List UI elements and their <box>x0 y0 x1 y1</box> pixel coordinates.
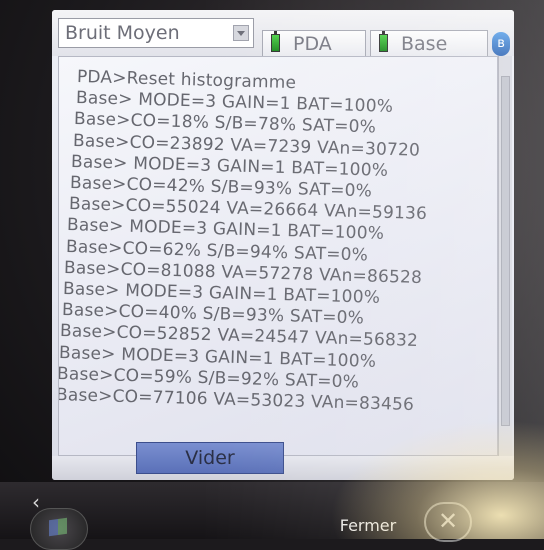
clear-button[interactable]: Vider <box>136 442 284 474</box>
log-scrollbar[interactable] <box>498 56 512 456</box>
log-line: Base>CO=77106 VA=53023 VAn=83456 <box>58 385 415 415</box>
profile-dropdown[interactable]: Bruit Moyen <box>58 18 254 48</box>
log-textbox[interactable]: PDA>Reset histogramme Base> MODE=3 GAIN=1… <box>58 56 498 456</box>
close-softkey[interactable]: Fermer <box>318 516 418 542</box>
windows-flag-icon <box>49 517 67 537</box>
tab-pda[interactable]: PDA <box>262 30 366 58</box>
close-icon[interactable]: ✕ <box>424 502 472 542</box>
battery-icon <box>379 31 388 52</box>
tab-base-label: Base <box>401 33 448 55</box>
tab-base[interactable]: Base <box>370 30 488 58</box>
bluetooth-icon[interactable]: ʙ <box>492 32 510 56</box>
profile-dropdown-value: Bruit Moyen <box>65 22 180 44</box>
start-button[interactable] <box>30 508 88 550</box>
top-toolbar: Bruit Moyen PDA Base ʙ <box>52 10 514 58</box>
scrollbar-thumb[interactable] <box>501 76 510 426</box>
chevron-down-icon[interactable] <box>233 25 249 41</box>
battery-icon <box>271 31 280 52</box>
tab-pda-label: PDA <box>293 33 332 55</box>
app-screen: Bruit Moyen PDA Base ʙ PDA>Reset histogr… <box>52 10 514 480</box>
